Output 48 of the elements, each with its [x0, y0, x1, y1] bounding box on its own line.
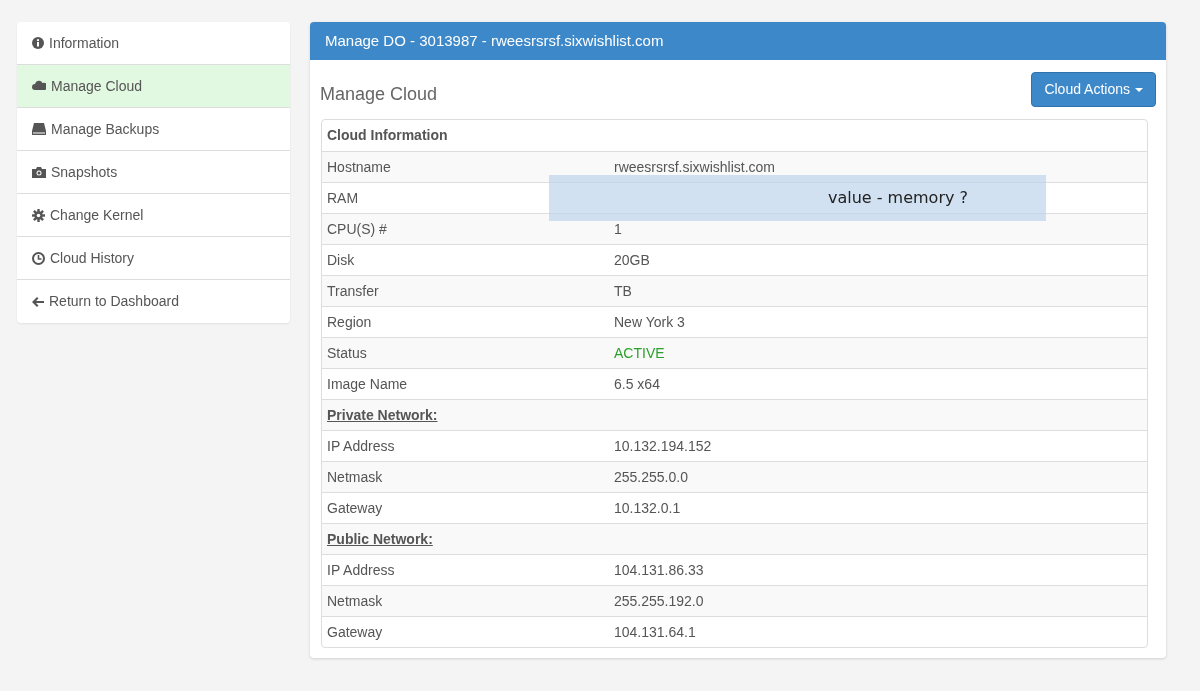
field-label: Netmask — [327, 592, 383, 609]
camera-icon — [32, 166, 46, 178]
hard-drive-icon — [32, 123, 46, 135]
field-label: Gateway — [327, 499, 383, 516]
field-value: 10.132.194.152 — [613, 436, 712, 456]
field-value: TB — [613, 281, 632, 301]
left-arrow-icon — [32, 295, 44, 308]
field-label: IP Address — [327, 437, 395, 454]
gear-icon — [32, 208, 45, 222]
cloud-actions-button[interactable]: Cloud Actions — [1031, 72, 1156, 107]
caret-icon — [1135, 87, 1143, 92]
field-label: Status — [327, 344, 367, 361]
table-title: Cloud Information — [326, 126, 449, 145]
field-label: RAM — [327, 189, 359, 206]
field-value: 1 — [613, 219, 622, 239]
sidebar-item[interactable]: Snapshots — [17, 151, 290, 194]
status-value: ACTIVE — [613, 343, 665, 363]
field-value: 6.5 x64 — [613, 374, 660, 394]
section-heading: Public Network: — [326, 529, 433, 549]
field-value: 104.131.86.33 — [613, 560, 704, 580]
info-icon — [32, 37, 44, 49]
clock-icon — [32, 251, 45, 265]
field-label: Image Name — [327, 375, 408, 392]
page-heading: Manage Cloud — [320, 83, 438, 106]
sidebar-item[interactable]: Return to Dashboard — [17, 280, 290, 323]
field-value: 104.131.64.1 — [613, 622, 696, 642]
sidebar-item[interactable]: Manage Cloud — [17, 65, 290, 108]
field-label: Disk — [327, 251, 355, 268]
field-value: 255.255.192.0 — [613, 591, 704, 611]
panel-title: Manage DO - 3013987 - rweesrsrsf.sixwishlist.com — [310, 22, 1166, 60]
field-label: Transfer — [327, 282, 379, 299]
field-value: New York 3 — [613, 312, 685, 332]
sidebar-item[interactable]: Change Kernel — [17, 194, 290, 237]
field-value: rweesrsrsf.sixwishlist.com — [613, 157, 775, 177]
field-value: 10.132.0.1 — [613, 498, 681, 518]
field-label: CPU(S) # — [327, 220, 387, 237]
field-value: 20GB — [613, 250, 650, 270]
section-heading: Private Network: — [326, 405, 438, 425]
field-label: IP Address — [327, 561, 395, 578]
field-label: Netmask — [327, 468, 383, 485]
field-label: Gateway — [327, 623, 383, 640]
tooltip: value - memory ? — [549, 175, 1046, 221]
sidebar-item[interactable]: Manage Backups — [17, 108, 290, 151]
sidebar-item[interactable]: Cloud History — [17, 237, 290, 280]
field-label: Hostname — [327, 158, 391, 175]
cloud-icon — [32, 80, 46, 92]
field-value: 255.255.0.0 — [613, 467, 688, 487]
field-label: Region — [327, 313, 372, 330]
